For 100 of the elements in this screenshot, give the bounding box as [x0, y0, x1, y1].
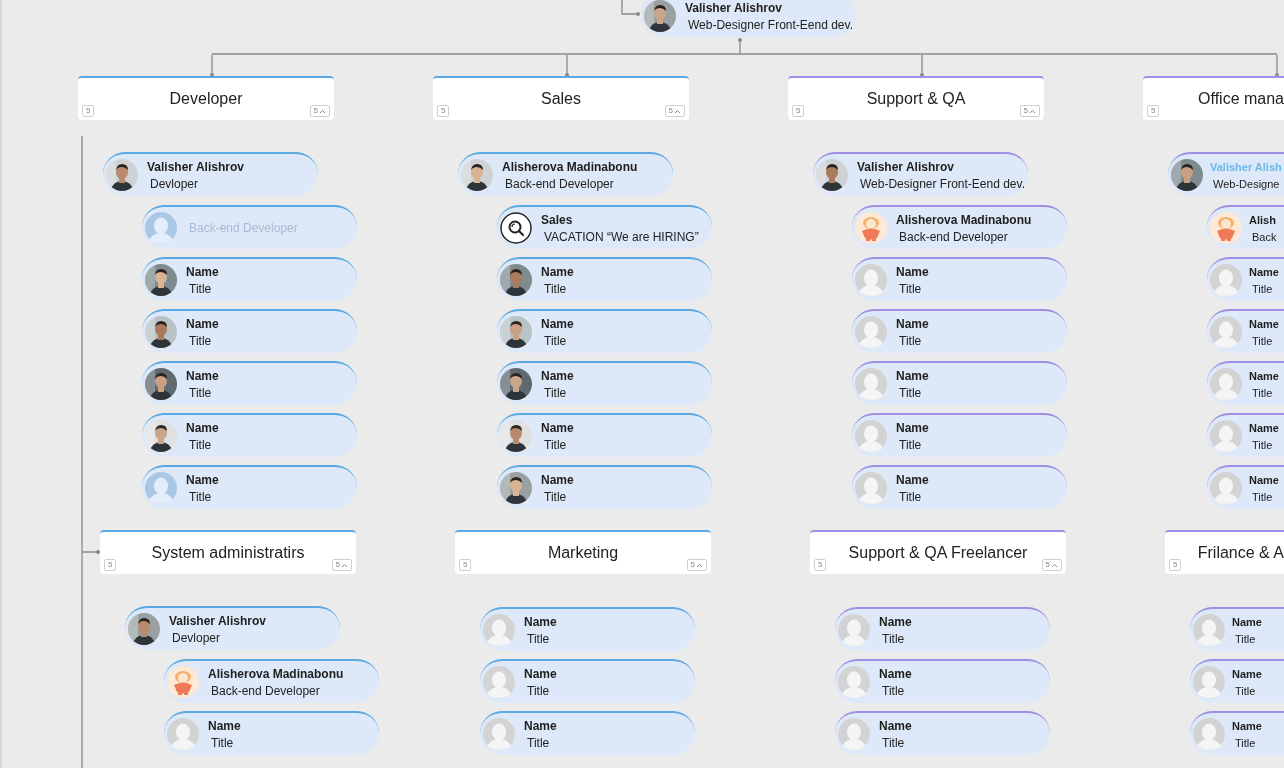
person-card[interactable]: Name Title — [480, 607, 695, 651]
collapse-toggle[interactable]: 5 — [309, 105, 330, 117]
person-title: Web-Designer Front-Eend dev. — [859, 176, 1025, 191]
person-card[interactable]: Name Title — [1190, 659, 1284, 703]
user-icon — [1210, 472, 1242, 504]
department-title: System administratirs — [151, 543, 305, 562]
person-card[interactable]: Name Title — [142, 413, 357, 457]
person-card[interactable]: Name Title — [1207, 309, 1284, 353]
person-card[interactable]: Name Title — [1207, 257, 1284, 301]
person-card[interactable]: Name Title — [1207, 361, 1284, 405]
person-title: Devloper — [149, 176, 200, 191]
person-card[interactable]: Name Title — [142, 361, 357, 405]
person-title: Title — [881, 631, 906, 646]
person-card[interactable]: Name Title — [835, 659, 1050, 703]
person-title: Title — [543, 489, 568, 504]
collapse-toggle[interactable]: 5 — [686, 559, 707, 571]
person-name: Name — [541, 368, 574, 383]
person-title: Title — [898, 437, 923, 452]
person-title: Web-Designe — [1212, 176, 1281, 191]
department-card[interactable]: Office mana 5 — [1143, 76, 1284, 120]
person-card[interactable]: Name Title — [142, 257, 357, 301]
person-name: Name — [541, 316, 574, 331]
person-card[interactable]: Name Title — [480, 711, 695, 755]
person-title: Title — [898, 385, 923, 400]
person-title: Title — [1234, 631, 1257, 646]
person-title: Title — [1234, 683, 1257, 698]
person-card[interactable]: Name Title — [852, 309, 1067, 353]
person-name: Sales — [541, 212, 574, 227]
person-card[interactable]: Name Title — [852, 465, 1067, 509]
person-card[interactable]: Alisherova Madinabonu Back-end Developer — [852, 205, 1067, 249]
collapse-toggle[interactable]: 5 — [331, 559, 352, 571]
caret-icon — [1029, 108, 1036, 114]
person-card[interactable]: Valisher Alish Web-Designe — [1168, 152, 1284, 196]
person-card[interactable]: Sales VACATION “We are HIRING” — [497, 205, 712, 249]
person-card[interactable]: Name Title — [497, 361, 712, 405]
person-card[interactable]: Valisher Alishrov Web-Designer Front-Eend dev. — [641, 0, 856, 37]
person-card[interactable]: Name Title — [1207, 465, 1284, 509]
person-card[interactable]: Name Title — [852, 413, 1067, 457]
person-card[interactable]: Name Title — [497, 465, 712, 509]
user-icon — [855, 472, 887, 504]
person-card[interactable]: Alisherova Madinabonu Back-end Developer — [458, 152, 673, 196]
count-tag: 5 — [1169, 559, 1182, 571]
department-card[interactable]: Developer 5 5 — [78, 76, 334, 120]
mascot-icon — [1210, 212, 1242, 244]
collapse-toggle[interactable]: 5 — [1019, 105, 1040, 117]
person-card[interactable]: Name Title — [1190, 607, 1284, 651]
person-card[interactable]: Name Title — [1207, 413, 1284, 457]
person-name: Name — [524, 718, 557, 733]
user-icon — [855, 368, 887, 400]
user-icon — [1193, 614, 1225, 646]
person-title: Devloper — [171, 630, 222, 645]
person-card[interactable]: Valisher Alishrov Devloper — [125, 606, 340, 650]
person-card[interactable]: Name Title — [852, 361, 1067, 405]
person-name: Name — [186, 316, 219, 331]
person-name: Name — [896, 420, 929, 435]
person-card[interactable]: Name Title — [497, 309, 712, 353]
person-card[interactable]: Name Title — [852, 257, 1067, 301]
person-card[interactable]: Name Title — [497, 257, 712, 301]
person-title: Title — [526, 735, 551, 750]
user-icon — [483, 718, 515, 750]
user-icon — [1193, 718, 1225, 750]
count-tag: 5 — [437, 105, 450, 117]
person-title: Title — [188, 489, 213, 504]
person-title: Title — [188, 333, 213, 348]
person-card[interactable]: Alisherova Madinabonu Back-end Developer — [164, 659, 379, 703]
person-card[interactable]: Name Title — [835, 607, 1050, 651]
caret-icon — [696, 562, 703, 568]
person-card[interactable]: Valisher Alishrov Web-Designer Front-Eend dev. — [813, 152, 1028, 196]
department-card[interactable]: System administratirs 5 5 — [100, 530, 356, 574]
user-icon — [483, 666, 515, 698]
person-card[interactable]: Alish Back — [1207, 205, 1284, 249]
person-card[interactable]: Name Title — [142, 465, 357, 509]
person-card[interactable]: Name Title — [835, 711, 1050, 755]
collapse-toggle[interactable]: 5 — [1041, 559, 1062, 571]
person-card[interactable]: Name Title — [480, 659, 695, 703]
person-title: Title — [188, 281, 213, 296]
person-card[interactable]: Name Title — [1190, 711, 1284, 755]
person-title: Title — [543, 385, 568, 400]
department-card[interactable]: Frilance & A 5 — [1165, 530, 1284, 574]
person-name: Name — [524, 666, 557, 681]
department-card[interactable]: Sales 5 5 — [433, 76, 689, 120]
person-card[interactable]: Name Title — [142, 309, 357, 353]
count-tag: 5 — [814, 559, 827, 571]
connector-line — [621, 0, 640, 16]
person-card[interactable]: Name Title — [164, 711, 379, 755]
department-card[interactable]: Marketing 5 5 — [455, 530, 711, 574]
person-card[interactable]: Valisher Alishrov Devloper — [103, 152, 318, 196]
collapse-toggle[interactable]: 5 — [664, 105, 685, 117]
person-title: Title — [188, 437, 213, 452]
user-icon — [838, 718, 870, 750]
department-card[interactable]: Support & QA Freelancer 5 5 — [810, 530, 1066, 574]
department-card[interactable]: Support & QA 5 5 — [788, 76, 1044, 120]
person-title: Title — [210, 735, 235, 750]
person-title: Title — [188, 385, 213, 400]
user-icon — [1210, 316, 1242, 348]
person-card[interactable]: Name Title — [497, 413, 712, 457]
department-title: Sales — [541, 89, 581, 108]
user-icon — [838, 614, 870, 646]
person-title: Title — [1234, 735, 1257, 750]
user-icon — [1210, 420, 1242, 452]
